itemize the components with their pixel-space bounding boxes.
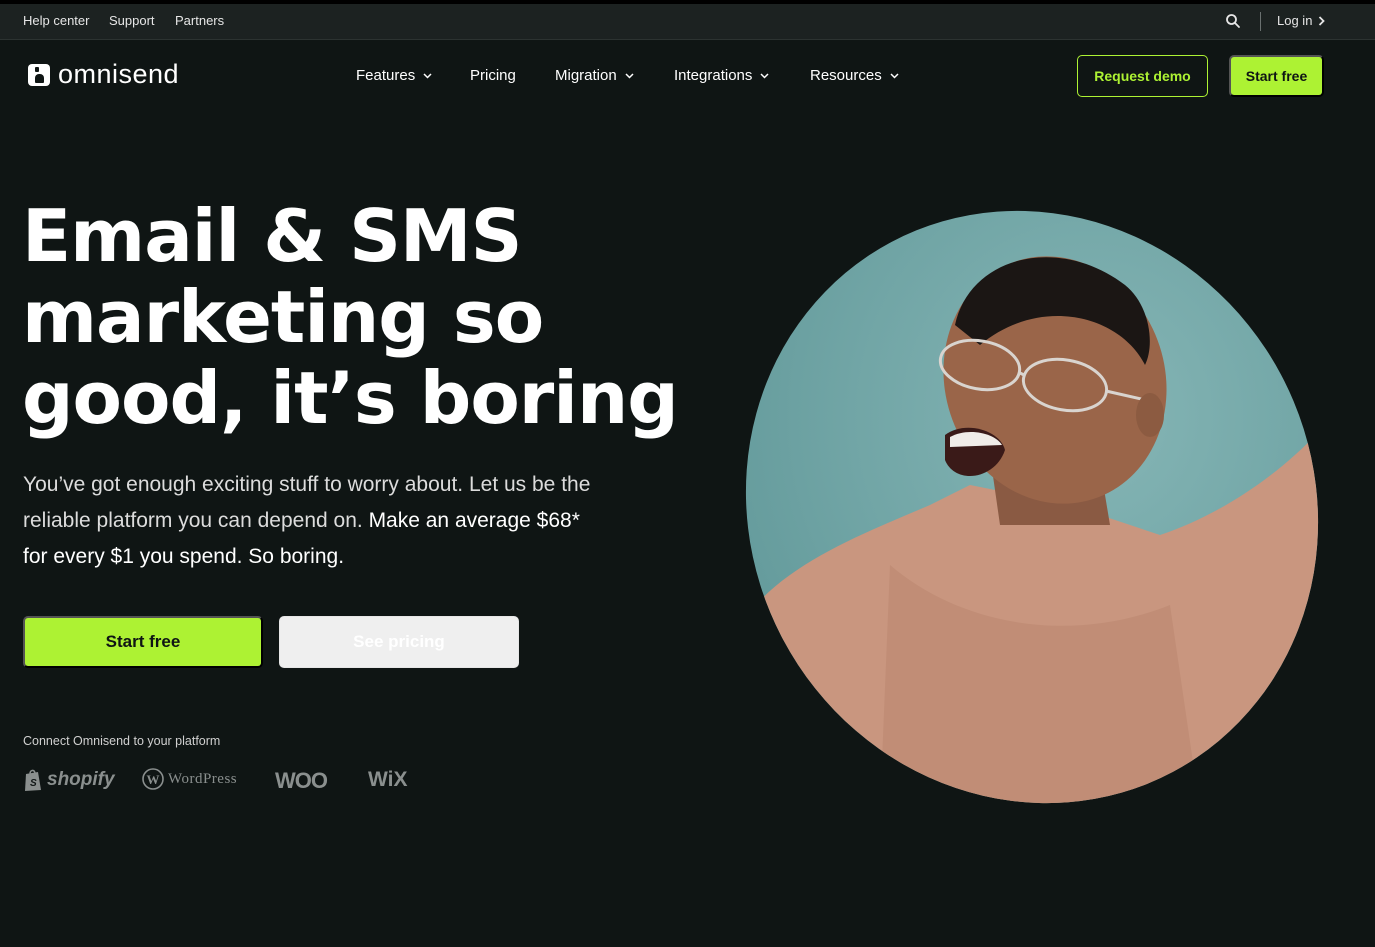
nav-features-label: Features [356, 67, 416, 84]
see-pricing-button[interactable]: See pricing [279, 616, 519, 668]
nav-features[interactable]: Features [356, 67, 432, 84]
nav-resources-label: Resources [810, 67, 882, 84]
svg-text:S: S [30, 778, 37, 789]
omnisend-logo-icon [28, 63, 50, 86]
header-start-free-button[interactable]: Start free [1229, 55, 1324, 97]
hero-subtitle: You’ve got enough exciting stuff to worr… [23, 467, 603, 575]
login-label: Log in [1277, 13, 1313, 28]
nav-integrations[interactable]: Integrations [674, 67, 769, 84]
wordpress-wordmark: WordPress [168, 770, 238, 787]
omnisend-logo[interactable]: omnisend [28, 61, 179, 88]
wordpress-icon: W [142, 768, 164, 790]
utility-bar: Help center Support Partners Log in [0, 4, 1375, 40]
connect-platform-label: Connect Omnisend to your platform [23, 734, 221, 748]
request-demo-button[interactable]: Request demo [1077, 55, 1208, 97]
nav-migration-label: Migration [555, 67, 617, 84]
nav-pricing[interactable]: Pricing [470, 67, 516, 84]
hero-photo [740, 205, 1325, 810]
chevron-down-icon [423, 72, 432, 79]
chevron-down-icon [890, 72, 899, 79]
wordpress-logo[interactable]: W WordPress [142, 768, 237, 790]
hero-title-line: good, it’s boring [22, 356, 679, 440]
login-link[interactable]: Log in [1277, 13, 1326, 28]
wix-wordmark: WiX [368, 768, 408, 791]
hero-title: Email & SMS marketing so good, it’s bori… [22, 196, 722, 439]
shopify-logo[interactable]: S shopify [23, 768, 115, 792]
search-icon[interactable] [1225, 13, 1241, 29]
shopify-bag-icon: S [25, 769, 41, 791]
nav-resources[interactable]: Resources [810, 67, 899, 84]
svg-text:W: W [147, 772, 161, 787]
shopify-wordmark: shopify [47, 769, 115, 790]
help-center-link[interactable]: Help center [23, 13, 89, 28]
support-link[interactable]: Support [109, 13, 155, 28]
nav-migration[interactable]: Migration [555, 67, 634, 84]
nav-integrations-label: Integrations [674, 67, 753, 84]
woo-wordmark: WOO [275, 768, 328, 793]
hero-start-free-button[interactable]: Start free [23, 616, 263, 668]
woo-logo[interactable]: WOO [275, 768, 328, 794]
wix-logo[interactable]: WiX [368, 768, 407, 792]
utility-divider [1260, 12, 1261, 31]
brand-name: omnisend [58, 59, 180, 89]
main-header: omnisend Features Pricing Migration Inte… [0, 40, 1375, 112]
chevron-right-icon [1319, 15, 1326, 26]
hero-title-line: Email & SMS [22, 194, 522, 278]
nav-pricing-label: Pricing [470, 67, 516, 84]
partners-link[interactable]: Partners [175, 13, 224, 28]
hero-title-line: marketing so [22, 275, 544, 359]
chevron-down-icon [760, 72, 769, 79]
chevron-down-icon [625, 72, 634, 79]
